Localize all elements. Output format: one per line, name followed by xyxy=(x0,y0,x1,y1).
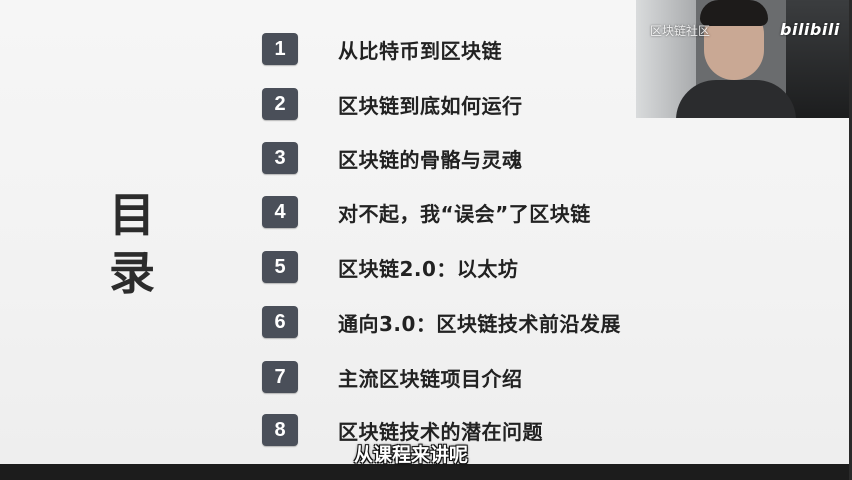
webcam-overlay xyxy=(636,0,849,118)
toc-label: 区块链的骨骼与灵魂 xyxy=(338,147,523,172)
title-char: 目 xyxy=(109,188,155,242)
toc-item-1: 1 从比特币到区块链 xyxy=(262,32,502,66)
video-subtitle: 从课程来讲呢 xyxy=(354,444,469,466)
webcam-background xyxy=(786,0,849,118)
toc-item-5: 5 区块链2.0：以太坊 xyxy=(262,250,518,284)
toc-item-7: 7 主流区块链项目介绍 xyxy=(262,360,523,394)
number-badge: 2 xyxy=(262,88,298,120)
number-badge: 6 xyxy=(262,306,298,338)
toc-label: 区块链2.0：以太坊 xyxy=(338,256,519,281)
number-badge: 3 xyxy=(262,142,298,174)
presenter-hair xyxy=(700,0,768,26)
number-badge: 7 xyxy=(262,361,298,393)
presenter-body xyxy=(676,80,796,118)
toc-label: 区块链到底如何运行 xyxy=(338,93,523,118)
number-badge: 5 xyxy=(262,251,298,283)
toc-item-2: 2 区块链到底如何运行 xyxy=(262,87,523,121)
toc-label: 通向3.0：区块链技术前沿发展 xyxy=(338,311,621,336)
toc-label: 对不起，我“误会”了区块链 xyxy=(338,201,591,226)
toc-item-3: 3 区块链的骨骼与灵魂 xyxy=(262,141,523,175)
toc-item-6: 6 通向3.0：区块链技术前沿发展 xyxy=(262,305,621,339)
slide-title: 目 录 xyxy=(104,186,160,302)
channel-watermark: 区块链社区 xyxy=(650,24,711,38)
number-badge: 4 xyxy=(262,196,298,228)
bilibili-logo: bilibili xyxy=(780,20,840,39)
number-badge: 8 xyxy=(262,414,298,446)
number-badge: 1 xyxy=(262,33,298,65)
toc-item-4: 4 对不起，我“误会”了区块链 xyxy=(262,195,591,229)
title-char: 录 xyxy=(109,246,155,300)
toc-label: 主流区块链项目介绍 xyxy=(338,366,523,391)
toc-label: 从比特币到区块链 xyxy=(338,38,502,63)
